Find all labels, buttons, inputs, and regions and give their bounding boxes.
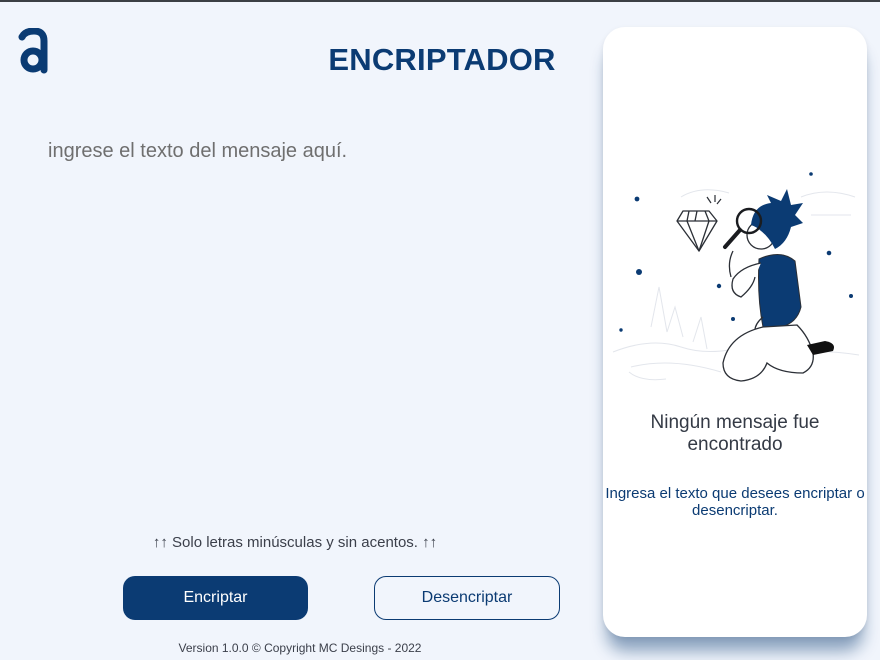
input-hint: ↑↑ Solo letras minúsculas y sin acentos.… <box>152 534 438 551</box>
empty-state-text: Ingresa el texto que desees encriptar o … <box>605 485 865 519</box>
decrypt-button[interactable]: Desencriptar <box>374 576 560 620</box>
message-input[interactable] <box>48 136 568 506</box>
empty-state-heading: Ningún mensaje fue encontrado <box>650 412 820 455</box>
footer-copyright: Version 1.0.0 © Copyright MC Desings - 2… <box>178 641 422 655</box>
person-with-magnifying-glass-illustration-icon <box>612 172 860 382</box>
result-panel: Ningún mensaje fue encontrado Ingresa el… <box>603 27 867 637</box>
page-title: ENCRIPTADOR <box>328 42 556 77</box>
encrypt-button[interactable]: Encriptar <box>123 576 308 620</box>
top-border <box>0 0 880 2</box>
letter-a-logo-icon <box>18 28 48 74</box>
